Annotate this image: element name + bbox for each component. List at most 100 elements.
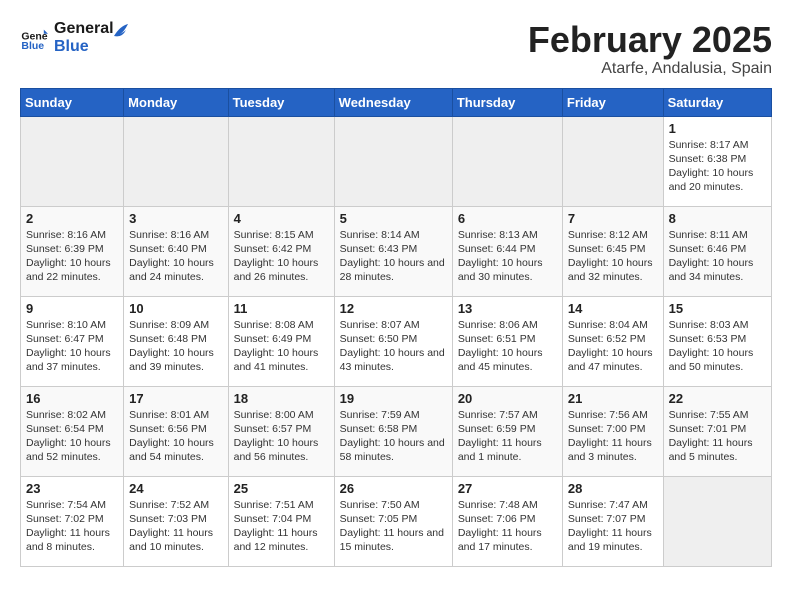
day-number: 14 bbox=[568, 301, 658, 316]
header-sunday: Sunday bbox=[21, 88, 124, 116]
day-number: 16 bbox=[26, 391, 118, 406]
calendar-cell: 16 Sunrise: 8:02 AMSunset: 6:54 PMDayligh… bbox=[21, 386, 124, 476]
header-friday: Friday bbox=[562, 88, 663, 116]
day-number: 8 bbox=[669, 211, 766, 226]
calendar-cell: 23 Sunrise: 7:54 AMSunset: 7:02 PMDayligh… bbox=[21, 476, 124, 566]
header-thursday: Thursday bbox=[452, 88, 562, 116]
day-info: Sunrise: 8:08 AMSunset: 6:49 PMDaylight:… bbox=[234, 318, 329, 375]
day-number: 23 bbox=[26, 481, 118, 496]
calendar-title: February 2025 bbox=[528, 20, 772, 60]
calendar-cell bbox=[334, 116, 452, 206]
day-number: 27 bbox=[458, 481, 557, 496]
calendar-cell: 25 Sunrise: 7:51 AMSunset: 7:04 PMDayligh… bbox=[228, 476, 334, 566]
calendar-cell: 9 Sunrise: 8:10 AMSunset: 6:47 PMDaylight… bbox=[21, 296, 124, 386]
day-number: 20 bbox=[458, 391, 557, 406]
logo: General Blue General Blue bbox=[20, 20, 128, 55]
day-number: 22 bbox=[669, 391, 766, 406]
calendar-cell bbox=[124, 116, 228, 206]
day-number: 13 bbox=[458, 301, 557, 316]
day-number: 2 bbox=[26, 211, 118, 226]
day-number: 12 bbox=[340, 301, 447, 316]
calendar-cell: 1 Sunrise: 8:17 AMSunset: 6:38 PMDaylight… bbox=[663, 116, 771, 206]
day-info: Sunrise: 8:14 AMSunset: 6:43 PMDaylight:… bbox=[340, 228, 447, 285]
header-wednesday: Wednesday bbox=[334, 88, 452, 116]
day-info: Sunrise: 7:48 AMSunset: 7:06 PMDaylight:… bbox=[458, 498, 557, 555]
calendar-cell: 12 Sunrise: 8:07 AMSunset: 6:50 PMDayligh… bbox=[334, 296, 452, 386]
calendar-cell bbox=[663, 476, 771, 566]
day-info: Sunrise: 7:52 AMSunset: 7:03 PMDaylight:… bbox=[129, 498, 222, 555]
calendar-cell: 6 Sunrise: 8:13 AMSunset: 6:44 PMDaylight… bbox=[452, 206, 562, 296]
calendar-table: SundayMondayTuesdayWednesdayThursdayFrid… bbox=[20, 88, 772, 567]
day-number: 10 bbox=[129, 301, 222, 316]
calendar-cell: 4Sunrise: 8:15 AMSunset: 6:42 PMDaylight… bbox=[228, 206, 334, 296]
page-header: General Blue General Blue February 2025 … bbox=[20, 20, 772, 78]
calendar-cell: 13 Sunrise: 8:06 AMSunset: 6:51 PMDayligh… bbox=[452, 296, 562, 386]
calendar-header-row: SundayMondayTuesdayWednesdayThursdayFrid… bbox=[21, 88, 772, 116]
day-info: Sunrise: 7:54 AMSunset: 7:02 PMDaylight:… bbox=[26, 498, 118, 555]
calendar-cell: 3Sunrise: 8:16 AMSunset: 6:40 PMDaylight… bbox=[124, 206, 228, 296]
calendar-cell: 17 Sunrise: 8:01 AMSunset: 6:56 PMDayligh… bbox=[124, 386, 228, 476]
day-info: Sunrise: 7:56 AMSunset: 7:00 PMDaylight:… bbox=[568, 408, 658, 465]
calendar-cell: 5 Sunrise: 8:14 AMSunset: 6:43 PMDaylight… bbox=[334, 206, 452, 296]
calendar-cell: 14 Sunrise: 8:04 AMSunset: 6:52 PMDayligh… bbox=[562, 296, 663, 386]
day-number: 26 bbox=[340, 481, 447, 496]
week-row-3: 9 Sunrise: 8:10 AMSunset: 6:47 PMDaylight… bbox=[21, 296, 772, 386]
week-row-1: 1 Sunrise: 8:17 AMSunset: 6:38 PMDaylight… bbox=[21, 116, 772, 206]
day-info: Sunrise: 8:04 AMSunset: 6:52 PMDaylight:… bbox=[568, 318, 658, 375]
calendar-cell: 27 Sunrise: 7:48 AMSunset: 7:06 PMDayligh… bbox=[452, 476, 562, 566]
calendar-cell: 22 Sunrise: 7:55 AMSunset: 7:01 PMDayligh… bbox=[663, 386, 771, 476]
day-info: Sunrise: 8:13 AMSunset: 6:44 PMDaylight:… bbox=[458, 228, 557, 285]
day-number: 21 bbox=[568, 391, 658, 406]
day-number: 15 bbox=[669, 301, 766, 316]
calendar-subtitle: Atarfe, Andalusia, Spain bbox=[528, 60, 772, 78]
svg-text:Blue: Blue bbox=[21, 40, 44, 52]
day-number: 9 bbox=[26, 301, 118, 316]
day-info: Sunrise: 8:15 AMSunset: 6:42 PMDaylight:… bbox=[234, 228, 329, 285]
day-info: Sunrise: 8:17 AMSunset: 6:38 PMDaylight:… bbox=[669, 138, 766, 195]
day-number: 5 bbox=[340, 211, 447, 226]
week-row-2: 2Sunrise: 8:16 AMSunset: 6:39 PMDaylight… bbox=[21, 206, 772, 296]
calendar-cell: 2Sunrise: 8:16 AMSunset: 6:39 PMDaylight… bbox=[21, 206, 124, 296]
logo-blue: Blue bbox=[54, 38, 114, 56]
day-number: 7 bbox=[568, 211, 658, 226]
logo-bird-icon bbox=[110, 22, 128, 44]
day-info: Sunrise: 7:51 AMSunset: 7:04 PMDaylight:… bbox=[234, 498, 329, 555]
day-info: Sunrise: 7:57 AMSunset: 6:59 PMDaylight:… bbox=[458, 408, 557, 465]
day-info: Sunrise: 7:47 AMSunset: 7:07 PMDaylight:… bbox=[568, 498, 658, 555]
day-info: Sunrise: 8:09 AMSunset: 6:48 PMDaylight:… bbox=[129, 318, 222, 375]
calendar-cell bbox=[452, 116, 562, 206]
day-number: 6 bbox=[458, 211, 557, 226]
day-number: 17 bbox=[129, 391, 222, 406]
day-info: Sunrise: 8:06 AMSunset: 6:51 PMDaylight:… bbox=[458, 318, 557, 375]
calendar-cell: 24Sunrise: 7:52 AMSunset: 7:03 PMDayligh… bbox=[124, 476, 228, 566]
calendar-cell: 10 Sunrise: 8:09 AMSunset: 6:48 PMDayligh… bbox=[124, 296, 228, 386]
calendar-cell: 18 Sunrise: 8:00 AMSunset: 6:57 PMDayligh… bbox=[228, 386, 334, 476]
day-info: Sunrise: 8:00 AMSunset: 6:57 PMDaylight:… bbox=[234, 408, 329, 465]
day-number: 25 bbox=[234, 481, 329, 496]
day-info: Sunrise: 7:55 AMSunset: 7:01 PMDaylight:… bbox=[669, 408, 766, 465]
calendar-cell: 28Sunrise: 7:47 AMSunset: 7:07 PMDayligh… bbox=[562, 476, 663, 566]
calendar-cell bbox=[562, 116, 663, 206]
day-info: Sunrise: 8:01 AMSunset: 6:56 PMDaylight:… bbox=[129, 408, 222, 465]
calendar-cell: 20 Sunrise: 7:57 AMSunset: 6:59 PMDayligh… bbox=[452, 386, 562, 476]
header-tuesday: Tuesday bbox=[228, 88, 334, 116]
day-number: 11 bbox=[234, 301, 329, 316]
day-info: Sunrise: 8:03 AMSunset: 6:53 PMDaylight:… bbox=[669, 318, 766, 375]
day-info: Sunrise: 8:11 AMSunset: 6:46 PMDaylight:… bbox=[669, 228, 766, 285]
day-info: Sunrise: 8:07 AMSunset: 6:50 PMDaylight:… bbox=[340, 318, 447, 375]
calendar-cell bbox=[228, 116, 334, 206]
day-info: Sunrise: 8:02 AMSunset: 6:54 PMDaylight:… bbox=[26, 408, 118, 465]
calendar-cell: 8 Sunrise: 8:11 AMSunset: 6:46 PMDaylight… bbox=[663, 206, 771, 296]
day-info: Sunrise: 7:50 AMSunset: 7:05 PMDaylight:… bbox=[340, 498, 447, 555]
week-row-5: 23 Sunrise: 7:54 AMSunset: 7:02 PMDayligh… bbox=[21, 476, 772, 566]
day-number: 19 bbox=[340, 391, 447, 406]
day-number: 3 bbox=[129, 211, 222, 226]
calendar-cell: 11 Sunrise: 8:08 AMSunset: 6:49 PMDayligh… bbox=[228, 296, 334, 386]
day-info: Sunrise: 8:10 AMSunset: 6:47 PMDaylight:… bbox=[26, 318, 118, 375]
day-number: 18 bbox=[234, 391, 329, 406]
calendar-cell: 26 Sunrise: 7:50 AMSunset: 7:05 PMDayligh… bbox=[334, 476, 452, 566]
calendar-cell: 15 Sunrise: 8:03 AMSunset: 6:53 PMDayligh… bbox=[663, 296, 771, 386]
week-row-4: 16 Sunrise: 8:02 AMSunset: 6:54 PMDayligh… bbox=[21, 386, 772, 476]
day-number: 1 bbox=[669, 121, 766, 136]
title-block: February 2025 Atarfe, Andalusia, Spain bbox=[528, 20, 772, 78]
